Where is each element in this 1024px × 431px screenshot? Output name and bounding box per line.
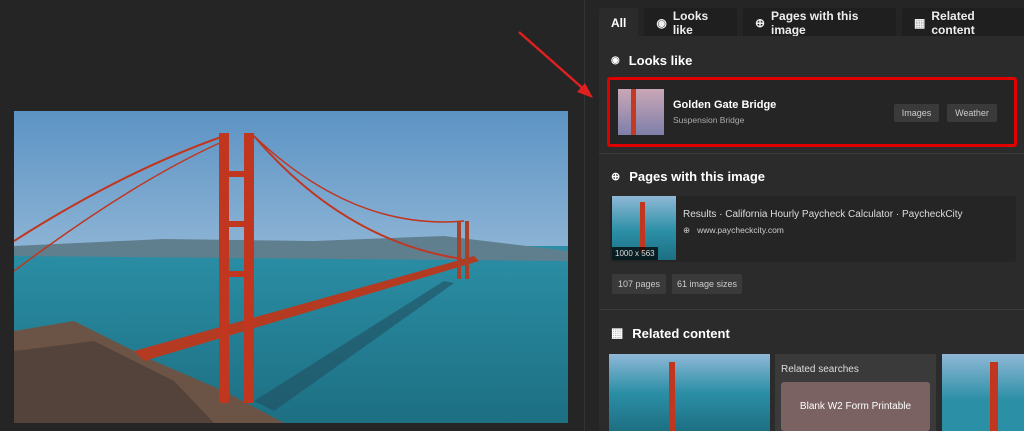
globe-icon: ⊕ [754,15,766,30]
tab-label: Looks like [672,8,709,37]
related-search-item[interactable]: Blank W2 Form Printable [781,382,930,431]
related-image-2[interactable] [942,354,1024,431]
tab-pages[interactable]: ⊕ Pages with this image [742,8,897,37]
section-title: Related content [632,325,730,341]
globe-icon: ⊕ [683,225,691,235]
page-result-url[interactable]: www.paycheckcity.com [697,225,784,236]
pages-heading: ⊕ Pages with this image [611,169,765,184]
page-result[interactable]: 1000 x 563 Results · California Hourly P… [610,196,1016,262]
grid-icon: ▦ [914,15,926,30]
entity-card[interactable]: Golden Gate Bridge Suspension Bridge Ima… [607,77,1017,147]
page-result-title[interactable]: Results · California Hourly Paycheck Cal… [683,209,963,220]
grid-icon: ▦ [611,325,624,340]
main-image [14,111,568,423]
section-title: Looks like [628,53,693,68]
images-button[interactable]: Images [894,104,939,122]
looks-like-heading: ◉ Looks like [611,53,692,68]
related-searches-card[interactable]: Related searches Blank W2 Form Printable [775,354,936,431]
weather-button[interactable]: Weather [947,104,997,122]
section-divider [599,309,1024,310]
tab-label: Related content [931,8,975,37]
red-arrow [518,31,593,98]
tab-bar: All ◉ Looks like ⊕ Pages with this image ▦… [599,8,1024,37]
related-heading: ▦ Related content [611,325,730,341]
image-sizes-button[interactable]: 61 image sizes [672,274,742,294]
section-divider [599,153,1024,154]
tab-looks-like[interactable]: ◉ Looks like [644,8,737,37]
page-thumbnail: 1000 x 563 [612,196,676,260]
tab-related[interactable]: ▦ Related content [902,8,1024,37]
tab-all[interactable]: All [599,8,639,37]
image-size-label: 1000 x 563 [612,247,658,260]
pages-count-button[interactable]: 107 pages [612,274,666,294]
related-image-1[interactable] [609,354,770,431]
tab-label: Pages with this image [771,8,859,37]
entity-name[interactable]: Golden Gate Bridge [673,99,776,111]
tab-label: All [611,15,627,30]
results-panel: ◉ Looks like Golden Gate Bridge Suspensio… [599,36,1024,431]
eye-icon: ◉ [656,15,667,30]
entity-thumbnail [618,89,664,135]
section-title: Pages with this image [629,169,766,184]
related-search-text: Blank W2 Form Printable [799,401,912,412]
globe-icon: ⊕ [611,171,621,183]
entity-type: Suspension Bridge [673,115,745,125]
eye-icon: ◉ [611,55,620,66]
related-searches-label: Related searches [781,364,859,375]
